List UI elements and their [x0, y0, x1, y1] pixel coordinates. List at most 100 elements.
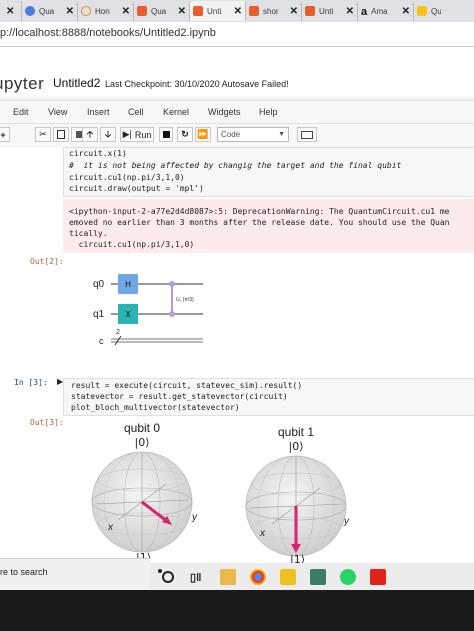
step-forward-icon: ▶​|: [122, 129, 132, 139]
home-favicon-icon: [81, 6, 91, 16]
c-label: c: [99, 336, 104, 346]
screen: ✕ Qua ✕ Hon ✕ Qua ✕ Unti ✕ shor ✕ Unti ✕…: [0, 0, 474, 590]
creg-slash: [114, 335, 122, 346]
browser-tab-strip: ✕ Qua ✕ Hon ✕ Qua ✕ Unti ✕ shor ✕ Unti ✕…: [0, 0, 474, 22]
menu-widgets[interactable]: Widgets: [208, 107, 241, 117]
acrobat-icon[interactable]: [370, 569, 386, 585]
browser-tab[interactable]: a Ama ✕: [358, 1, 414, 21]
code-line[interactable]: plot_bloch_multivector(statevector): [71, 403, 240, 413]
code-comment-line[interactable]: # it is not being affected by changig th…: [69, 161, 401, 171]
task-view-icon[interactable]: ▯‖: [190, 571, 202, 587]
close-icon[interactable]: ✕: [346, 6, 354, 17]
tab-close-partial[interactable]: ✕: [0, 1, 22, 21]
x-label: x: [259, 528, 266, 539]
ket-one-label: |1⟩: [290, 553, 305, 563]
warning-line: <ipython-input-2-a77e2d4d8087>:5: Deprec…: [69, 207, 450, 216]
browser-tab[interactable]: Qua: [414, 1, 444, 21]
bloch-title: qubit 0: [124, 421, 160, 435]
close-icon[interactable]: ✕: [234, 6, 242, 17]
windows-taskbar: ▯‖: [150, 563, 474, 590]
add-cell-button[interactable]: +: [0, 127, 10, 142]
q1-label: q1: [93, 309, 105, 320]
command-palette-button[interactable]: [297, 127, 317, 142]
checkpoint-status: Last Checkpoint: 30/10/2020 Autosave Fai…: [105, 79, 289, 89]
code-line[interactable]: statevector = result.get_statevector(cir…: [71, 392, 288, 402]
menu-edit[interactable]: Edit: [13, 107, 29, 117]
browser-tab[interactable]: shor ✕: [246, 1, 302, 21]
browser-tab[interactable]: Unti ✕: [302, 1, 358, 21]
input-prompt: In [3]:: [14, 378, 48, 387]
sticky-notes-icon[interactable]: [280, 569, 296, 585]
browser-tab[interactable]: Qua ✕: [134, 1, 190, 21]
x-label: x: [107, 522, 114, 533]
warning-line: tically.: [69, 229, 108, 238]
run-button[interactable]: ▶​| Run: [120, 127, 154, 142]
close-icon[interactable]: ✕: [122, 6, 130, 17]
stop-icon: [162, 131, 170, 138]
cut-button[interactable]: ✂: [35, 127, 51, 142]
ket-zero-label: |0⟩: [289, 440, 304, 453]
windows-search-box[interactable]: re to search: [0, 558, 150, 585]
h-gate-label: H: [125, 280, 131, 289]
output-prompt: Out[2]:: [30, 257, 64, 266]
jupyter-favicon-icon: [305, 6, 315, 16]
q0-label: q0: [93, 279, 105, 290]
address-bar[interactable]: p://localhost:8888/notebooks/Untitled2.i…: [0, 22, 474, 47]
scissors-icon: ✂: [39, 129, 47, 139]
ket-zero-label: |0⟩: [135, 436, 150, 449]
menu-view[interactable]: View: [48, 107, 67, 117]
copy-icon: [57, 130, 65, 139]
cu1-label: U₁ (π/3): [176, 297, 194, 303]
chevron-down-icon: ▼: [278, 131, 285, 138]
move-up-button[interactable]: 🡡: [82, 127, 98, 142]
menu-kernel[interactable]: Kernel: [163, 107, 189, 117]
browser-tab[interactable]: Hon ✕: [78, 1, 134, 21]
cortana-icon[interactable]: [162, 571, 174, 583]
code-line[interactable]: circuit.cu1(np.pi/3,1,0): [69, 173, 185, 183]
browser-tab-active[interactable]: Unti ✕: [190, 1, 246, 21]
app-icon[interactable]: [310, 569, 326, 585]
notebook-name[interactable]: Untitled2: [53, 76, 100, 90]
close-icon[interactable]: ✕: [402, 6, 410, 17]
chrome-icon[interactable]: [250, 569, 266, 585]
move-down-button[interactable]: 🡣: [100, 127, 116, 142]
search-placeholder: re to search: [0, 567, 48, 577]
close-icon[interactable]: ✕: [178, 6, 186, 17]
menu-insert[interactable]: Insert: [87, 107, 110, 117]
menu-help[interactable]: Help: [259, 107, 278, 117]
close-icon[interactable]: ✕: [290, 6, 298, 17]
quantum-favicon-icon: [417, 6, 427, 16]
interrupt-button[interactable]: [159, 127, 173, 142]
creg-size: 2: [116, 329, 120, 336]
cell-type-select[interactable]: Code ▼: [217, 127, 289, 142]
warning-line: circuit.cu1(np.pi/3,1,0): [69, 240, 195, 249]
plus-icon: +: [0, 129, 6, 140]
cu1-target-dot: [169, 311, 175, 317]
browser-tab[interactable]: Qua ✕: [22, 1, 78, 21]
circuit-diagram: 2 q0 q1 c H X U₁ (π/3): [93, 274, 203, 346]
jupyter-favicon-icon: [193, 6, 203, 16]
x-gate-label: X: [125, 310, 131, 319]
code-line[interactable]: circuit.x(1): [69, 149, 127, 159]
whatsapp-icon[interactable]: [340, 569, 356, 585]
address-url[interactable]: p://localhost:8888/notebooks/Untitled2.i…: [0, 27, 216, 39]
jupyter-logo[interactable]: upyter: [0, 74, 44, 94]
arrow-up-icon: 🡡: [86, 128, 94, 139]
close-icon[interactable]: ✕: [6, 6, 14, 17]
menu-bar: Edit View Insert Cell Kernel Widgets Hel…: [0, 100, 474, 124]
restart-run-all-button[interactable]: ⏩: [195, 127, 211, 142]
output-prompt: Out[3]:: [30, 418, 64, 427]
taskbar-marker: [158, 569, 162, 573]
monitor-bezel: [0, 593, 474, 631]
file-explorer-icon[interactable]: [220, 569, 236, 585]
close-icon[interactable]: ✕: [66, 6, 74, 17]
copy-button[interactable]: [53, 127, 69, 142]
fast-forward-icon: ⏩: [197, 129, 209, 139]
menu-cell[interactable]: Cell: [128, 107, 144, 117]
code-line[interactable]: circuit.draw(output = 'mpl'): [69, 184, 204, 194]
restart-button[interactable]: ↻: [177, 127, 193, 142]
bloch-sphere-qubit-1: qubit 1 |0⟩ |1⟩ x y: [245, 425, 350, 563]
cu1-control-dot: [169, 281, 175, 287]
jupyter-favicon-icon: [249, 6, 259, 16]
code-line[interactable]: result = execute(circuit, statevec_sim).…: [71, 381, 302, 391]
